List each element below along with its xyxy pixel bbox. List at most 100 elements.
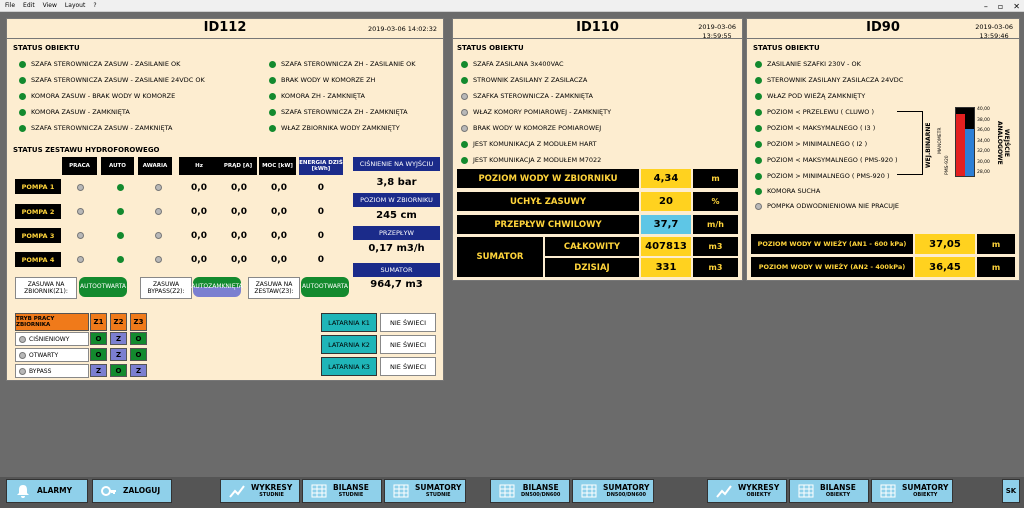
sum-label: SUMATOR (353, 263, 440, 277)
row-an2-value: 36,45 (915, 257, 975, 277)
status-item: WŁAZ KOMORY POMIAROWEJ - ZAMKNIĘTY (461, 108, 611, 116)
status-item: BRAK WODY W KOMORZE ZH (269, 76, 375, 84)
wykresy-obiekty-button[interactable]: WYKRESY OBIEKTY (707, 479, 787, 503)
latarnia-k1-state: NIE ŚWIECI (380, 313, 436, 332)
row-przeplyw-label: PRZEPŁYW CHWILOWY (457, 215, 639, 234)
status-led (755, 202, 762, 210)
table-icon (798, 484, 814, 498)
status-item: STROWNIK ZASILANY Z ZASILACZA (461, 76, 587, 84)
minimize-icon[interactable]: – (984, 2, 988, 11)
menu-view[interactable]: View (43, 2, 57, 9)
sum-dzisiaj-value: 331 (641, 258, 691, 277)
sum-dzisiaj-unit: m3 (693, 258, 738, 277)
pump-4-kw: 0,0 (271, 255, 287, 265)
ana-label: WEJŚCIE ANALOGOWE (996, 121, 1010, 165)
sumatory-obiekty-button[interactable]: SUMATORY OBIEKTY (871, 479, 953, 503)
header-awaria: AWARIA (138, 157, 172, 175)
mode-otwarty[interactable]: OTWARTY (15, 348, 89, 362)
latarnia-k3-button[interactable]: LATARNIA K3 (321, 357, 377, 376)
menu-file[interactable]: File (5, 2, 15, 9)
row-uchyl-label: UCHYŁ ZASUWY (457, 192, 639, 211)
bilanse-studnie-button[interactable]: BILANSE STUDNIE (302, 479, 382, 503)
status-led (755, 108, 762, 116)
pump-4-praca-lamp (77, 256, 84, 263)
flow-label: PRZEPŁYW (353, 226, 440, 240)
sumatory-dn-button[interactable]: SUMATORY DN500/DN600 (572, 479, 654, 503)
pump-section-title: STATUS ZESTAWU HYDROFOROWEGO (13, 146, 160, 154)
status-title: STATUS OBIEKTU (457, 44, 524, 52)
mode-cell: Z (110, 332, 127, 345)
close-icon[interactable]: ✕ (1013, 2, 1020, 11)
pump-3-awaria-lamp (155, 232, 162, 239)
panel-header: ID110 2019-03-06 13:59:55 (453, 19, 742, 40)
header-hz: Hz (179, 157, 219, 175)
ana-sub: PMS-920 (945, 155, 950, 175)
status-item: JEST KOMUNIKACJA Z MODUŁEM M7022 (461, 156, 601, 164)
mode-bypass[interactable]: BYPASS (15, 364, 89, 378)
bilanse-obiekty-button[interactable]: BILANSE OBIEKTY (789, 479, 869, 503)
pump-2-label: POMPA 2 (15, 204, 61, 219)
status-title: STATUS OBIEKTU (753, 44, 820, 52)
mode-cell: Z (90, 364, 107, 377)
latarnia-k3-state: NIE ŚWIECI (380, 357, 436, 376)
status-led (461, 108, 468, 116)
latarnia-k1-button[interactable]: LATARNIA K1 (321, 313, 377, 332)
pump-3-kw: 0,0 (271, 231, 287, 241)
status-item: KOMORA ZH - ZAMKNIĘTA (269, 92, 365, 100)
status-led (755, 156, 762, 164)
restore-icon[interactable]: ▫ (998, 2, 1003, 11)
status-item: BRAK WODY W KOMORZE POMIAROWEJ (461, 124, 601, 132)
row-poziom-unit: m (693, 169, 738, 188)
status-led (269, 76, 276, 84)
status-led (755, 92, 762, 100)
valve-z3-status: AUTO OTWARTA (301, 277, 349, 297)
pump-1-kwh: 0 (317, 183, 324, 193)
menu-layout[interactable]: Layout (65, 2, 85, 9)
status-title: STATUS OBIEKTU (13, 44, 80, 52)
status-led (19, 76, 26, 84)
bilanse-dn-button[interactable]: BILANSE DN500/DN600 (490, 479, 570, 503)
chart-icon (229, 485, 245, 498)
latarnia-k2-button[interactable]: LATARNIA K2 (321, 335, 377, 354)
mode-cisnieniowy[interactable]: CIŚNIENIOWY (15, 332, 89, 346)
row-an1-value: 37,05 (915, 234, 975, 254)
row-an2-label: POZIOM WODY W WIEŻY (AN2 - 400kPa) (751, 257, 913, 277)
status-item: POZIOM > MINIMALNEGO ( I2 ) (755, 140, 867, 148)
status-item: WŁAZ ZBIORNIKA WODY ZAMKNIĘTY (269, 124, 400, 132)
panel-datetime: 2019-03-06 13:59:55 (698, 23, 736, 40)
status-led (461, 60, 468, 68)
mode-cell: Z (130, 364, 147, 377)
table-icon (499, 484, 515, 498)
status-item: POZIOM < MAKSYMALNEGO ( I3 ) (755, 124, 875, 132)
status-item: KOMORA SUCHA (755, 187, 820, 195)
header-prad: PRĄD [A] (219, 157, 257, 175)
status-led (461, 140, 468, 148)
sumatory-studnie-button[interactable]: SUMATORY STUDNIE (384, 479, 466, 503)
status-led (461, 92, 468, 100)
status-item: POZIOM > MINIMALNEGO ( PMS-920 ) (755, 172, 890, 180)
login-button[interactable]: ZALOGUJ (92, 479, 172, 503)
row-an2-unit: m (977, 257, 1015, 277)
tank-scale: 40,00 38,00 36,00 34,00 32,00 30,00 28,00 (977, 107, 990, 175)
sum-calkowity-label: CAŁKOWITY (545, 237, 639, 256)
alarms-button[interactable]: ALARMY (6, 479, 88, 503)
bin-label: WEJ.BINARNE (925, 122, 932, 168)
pump-3-praca-lamp (77, 232, 84, 239)
menu-edit[interactable]: Edit (23, 2, 35, 9)
mode-col-z3: Z3 (130, 313, 147, 331)
language-button[interactable]: SK (1002, 479, 1020, 503)
level-value: 245 cm (376, 210, 417, 221)
wykresy-studnie-button[interactable]: WYKRESY STUDNIE (220, 479, 300, 503)
status-item: KOMORA ZASUW - BRAK WODY W KOMORZE (19, 92, 175, 100)
status-led (755, 140, 762, 148)
row-poziom-label: POZIOM WODY W ZBIORNIKU (457, 169, 639, 188)
pressure-label: CIŚNIENIE NA WYJŚCIU (353, 157, 440, 171)
panel-id110: ID110 2019-03-06 13:59:55 STATUS OBIEKTU … (452, 18, 743, 281)
status-led (19, 60, 26, 68)
status-item: POZIOM < PRZELEWU ( CLUWO ) (755, 108, 874, 116)
menu-help[interactable]: ? (93, 2, 96, 9)
panel-id90: ID90 2019-03-06 13:59:46 STATUS OBIEKTU Z… (746, 18, 1020, 281)
flow-value: 0,17 m3/h (368, 243, 425, 254)
pump-3-amp: 0,0 (231, 231, 247, 241)
status-led (269, 108, 276, 116)
